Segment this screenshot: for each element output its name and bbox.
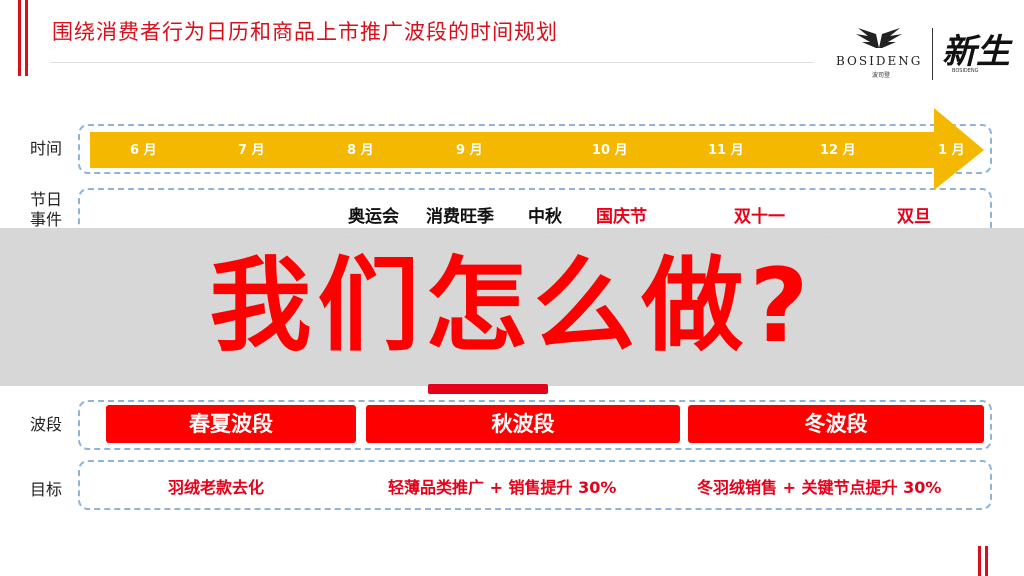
timeline-month: 7 月 bbox=[238, 143, 265, 158]
left-accent-bar bbox=[18, 0, 21, 76]
event-label: 双旦 bbox=[897, 207, 931, 227]
timeline-month: 1 月 bbox=[938, 143, 965, 158]
wave-bar: 秋波段 bbox=[366, 405, 680, 443]
corner-accent-bar-2 bbox=[985, 546, 988, 576]
row-label-goal: 目标 bbox=[30, 480, 63, 499]
logo-brand-subtext: 波司登 bbox=[872, 72, 891, 79]
left-accent-bar-2 bbox=[25, 0, 28, 76]
hidden-tag bbox=[428, 384, 548, 394]
brand-logo: BOSIDENG 波司登 新生 BOSIDENG bbox=[830, 24, 1010, 84]
slide-title: 围绕消费者行为日历和商品上市推广波段的时间规划 bbox=[52, 20, 558, 44]
row-label-wave: 波段 bbox=[30, 415, 63, 434]
event-label: 奥运会 bbox=[348, 207, 399, 227]
logo-brand-text: BOSIDENG bbox=[836, 54, 923, 68]
event-label: 中秋 bbox=[528, 207, 562, 227]
goal-label: 轻薄品类推广 + 销售提升 30% bbox=[388, 478, 617, 497]
logo-script-text: 新生 bbox=[942, 32, 1010, 72]
wave-bar: 春夏波段 bbox=[106, 405, 356, 443]
timeline-month: 8 月 bbox=[347, 143, 374, 158]
wave-bar: 冬波段 bbox=[688, 405, 984, 443]
wings-icon bbox=[856, 28, 902, 48]
event-label: 双十一 bbox=[734, 207, 785, 227]
logo-divider bbox=[932, 28, 933, 80]
timeline-month: 10 月 bbox=[592, 143, 628, 158]
title-divider bbox=[50, 62, 814, 63]
overlay-banner: 我们怎么做? bbox=[0, 228, 1024, 386]
timeline-month: 12 月 bbox=[820, 143, 856, 158]
timeline-month: 9 月 bbox=[456, 143, 483, 158]
event-label: 消费旺季 bbox=[426, 207, 494, 227]
timeline-month: 11 月 bbox=[708, 143, 744, 158]
corner-accent-bar bbox=[978, 546, 981, 576]
goal-label: 羽绒老款去化 bbox=[168, 478, 265, 497]
overlay-text: 我们怎么做? bbox=[209, 247, 815, 366]
row-label-events: 节日 事件 bbox=[30, 190, 63, 229]
row-label-time: 时间 bbox=[30, 139, 63, 158]
goal-label: 冬羽绒销售 + 关键节点提升 30% bbox=[697, 478, 942, 497]
event-label: 国庆节 bbox=[596, 207, 647, 227]
logo-script-subtext: BOSIDENG bbox=[952, 68, 979, 74]
timeline-month: 6 月 bbox=[130, 143, 157, 158]
